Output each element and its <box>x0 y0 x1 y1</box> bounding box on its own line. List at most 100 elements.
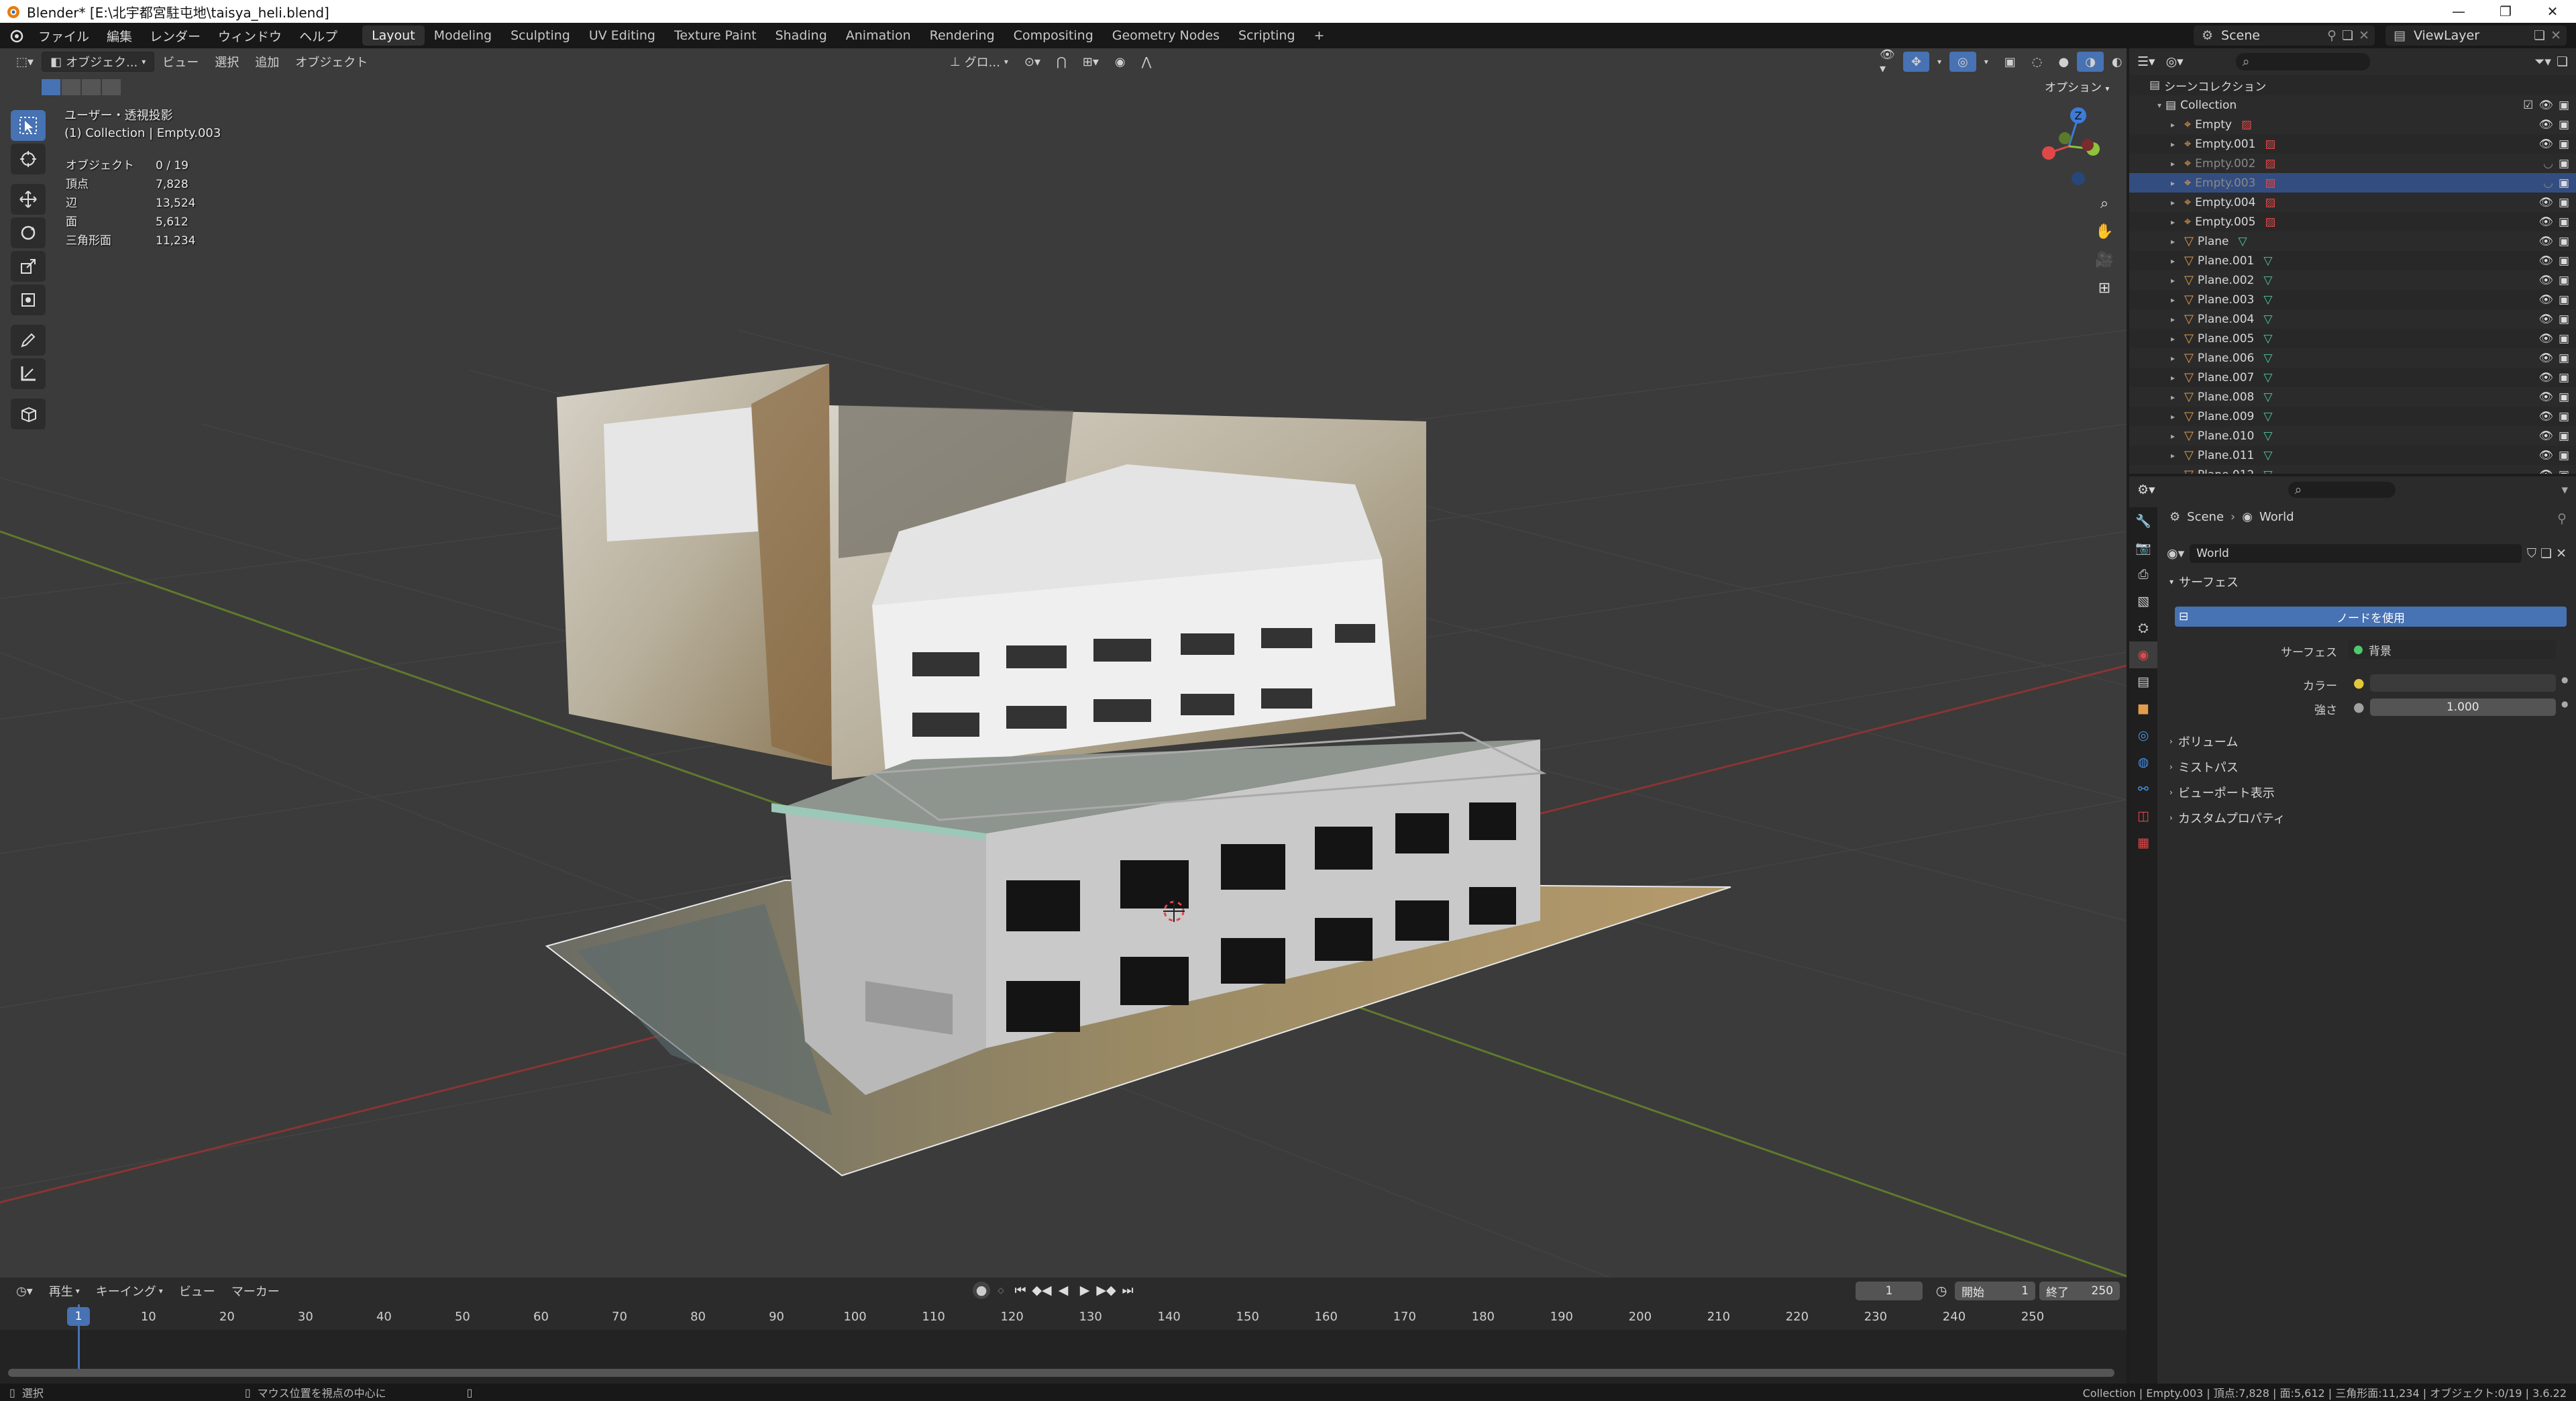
snap-button[interactable]: ⋂ <box>1049 52 1075 72</box>
annotate-tool[interactable] <box>11 325 46 356</box>
expand-arrow-icon[interactable]: ▸ <box>2171 393 2180 402</box>
gizmo-dropdown[interactable]: ▾ <box>1929 52 1949 72</box>
jump-end-button[interactable]: ⏭ <box>1119 1283 1136 1298</box>
keyframe-type-button[interactable]: ◇ <box>994 1286 1008 1295</box>
cursor-tool[interactable] <box>11 144 46 174</box>
expand-arrow-icon[interactable]: ▸ <box>2171 217 2180 227</box>
expand-arrow-icon[interactable]: ▸ <box>2171 198 2180 207</box>
camera-render-icon[interactable]: ▣ <box>2559 429 2569 443</box>
outliner-editor-type-icon[interactable]: ☰▾ <box>2137 54 2155 69</box>
falloff-button[interactable]: ⋀ <box>1134 52 1160 72</box>
eye-closed-icon[interactable]: ◡ <box>2543 157 2553 170</box>
outliner-search-input[interactable]: ⌕ <box>2235 53 2370 70</box>
end-frame-field[interactable]: 終了 250 <box>2039 1282 2120 1300</box>
camera-render-icon[interactable]: ▣ <box>2559 176 2569 190</box>
eye-icon[interactable]: 👁 <box>2538 410 2553 423</box>
camera-render-icon[interactable]: ▣ <box>2559 468 2569 474</box>
play-reverse-button[interactable]: ◀ <box>1055 1283 1072 1298</box>
jump-start-button[interactable]: ⏮ <box>1012 1283 1029 1298</box>
tab-modeling[interactable]: Modeling <box>425 25 501 46</box>
eye-icon[interactable]: 👁 <box>2538 313 2553 326</box>
fake-user-icon[interactable]: ⛉ <box>2527 546 2536 561</box>
timeline-scrollbar[interactable] <box>8 1369 2114 1377</box>
duplicate-icon[interactable]: ❏ <box>2540 546 2552 561</box>
eye-icon[interactable]: 👁 <box>2538 254 2553 268</box>
camera-render-icon[interactable]: ▣ <box>2559 196 2569 209</box>
expand-arrow-icon[interactable]: ▸ <box>2171 315 2180 324</box>
eye-icon[interactable]: 👁 <box>2538 99 2553 112</box>
camera-render-icon[interactable]: ▣ <box>2559 235 2569 248</box>
camera-render-icon[interactable]: ▣ <box>2559 332 2569 346</box>
maximize-button[interactable]: ❐ <box>2482 0 2529 23</box>
minimize-button[interactable]: — <box>2435 0 2482 23</box>
rendered-shading[interactable]: ◐ <box>2104 52 2127 72</box>
eye-icon[interactable]: 👁 <box>2538 468 2553 474</box>
eye-closed-icon[interactable]: ◡ <box>2543 176 2553 190</box>
camera-view-button[interactable]: 🎥 <box>2090 246 2118 274</box>
tab-shading[interactable]: Shading <box>766 25 837 46</box>
outliner-item[interactable]: ▸ ⌖ Empty.002 ▨ ◡ ▣ <box>2129 154 2576 173</box>
camera-render-icon[interactable]: ▣ <box>2559 99 2569 112</box>
prev-keyframe-button[interactable]: ◆◀ <box>1032 1283 1051 1298</box>
add-workspace-button[interactable]: + <box>1305 25 1334 46</box>
tab-collection[interactable]: ▤ <box>2129 668 2157 695</box>
xray-toggle[interactable]: ▣ <box>1996 52 2024 72</box>
eye-icon[interactable]: 👁 <box>2538 118 2553 132</box>
menu-marker[interactable]: マーカー <box>223 1281 288 1301</box>
unlink-icon[interactable]: ✕ <box>2556 546 2567 561</box>
eye-icon[interactable]: 👁 <box>2538 215 2553 229</box>
menu-help[interactable]: ヘルプ <box>290 23 346 48</box>
outliner-item[interactable]: ▸ ▽ Plane.011 ▽ 👁 ▣ <box>2129 446 2576 465</box>
3d-viewport[interactable]: ⬚▾ ◧ オブジェク... ▾ ビュー 選択 追加 オブジェクト ⊥ グロ...… <box>0 48 2127 1278</box>
add-cube-tool[interactable] <box>11 399 46 429</box>
keyframe-dot-icon[interactable]: ● <box>2561 675 2568 684</box>
frame-ruler[interactable]: 1102030405060708090100110120130140150160… <box>0 1304 2127 1330</box>
gizmo-toggle[interactable]: ✥ <box>1902 52 1929 72</box>
overlay-dropdown[interactable]: ▾ <box>1976 52 1996 72</box>
world-browse-icon[interactable]: ◉▾ <box>2167 546 2184 561</box>
outliner-item[interactable]: ▸▽Plane.012▽👁▣ <box>2129 465 2576 474</box>
expand-arrow-icon[interactable]: ▸ <box>2171 470 2180 474</box>
scale-tool[interactable] <box>11 251 46 282</box>
expand-arrow-icon[interactable]: ▸ <box>2171 295 2180 305</box>
pin-icon[interactable]: ⚲ <box>2327 28 2337 43</box>
select-intersect-button[interactable] <box>102 79 121 95</box>
tab-output[interactable]: ⎙ <box>2129 561 2157 588</box>
expand-arrow-icon[interactable]: ▸ <box>2171 354 2180 363</box>
tab-physics[interactable]: ◍ <box>2129 749 2157 776</box>
expand-arrow-icon[interactable]: ▸ <box>2171 451 2180 460</box>
viewport-display-section-header[interactable]: › ビューポート表示 <box>2169 781 2569 804</box>
camera-render-icon[interactable]: ▣ <box>2559 274 2569 287</box>
scene-selector[interactable]: ⚙ Scene ⚲ ❏ ✕ <box>2194 25 2375 46</box>
tab-scene[interactable]: ⛭ <box>2129 615 2157 641</box>
options-dropdown[interactable]: オプション ▾ <box>2045 78 2109 95</box>
pivot-point-button[interactable]: ⊙▾ <box>1016 52 1049 72</box>
material-shading[interactable]: ◑ <box>2077 52 2104 72</box>
menu-window[interactable]: ウィンドウ <box>209 23 290 48</box>
transform-tool[interactable] <box>11 284 46 315</box>
playhead-frame[interactable]: 1 <box>67 1307 90 1326</box>
zoom-button[interactable]: ⌕ <box>2090 189 2118 217</box>
strength-value[interactable]: 1.000 <box>2369 698 2556 716</box>
camera-render-icon[interactable]: ▣ <box>2559 157 2569 170</box>
outliner-item[interactable]: ▸ ▽ Plane.009 ▽ 👁 ▣ <box>2129 407 2576 426</box>
select-extend-button[interactable] <box>62 79 80 95</box>
next-keyframe-button[interactable]: ▶◆ <box>1096 1283 1116 1298</box>
tab-render[interactable]: 📷 <box>2129 534 2157 561</box>
volume-section-header[interactable]: › ボリューム <box>2169 730 2569 753</box>
outliner-item[interactable]: ▸ ▽ Plane.006 ▽ 👁 ▣ <box>2129 348 2576 368</box>
outliner-item[interactable]: ▸ ▽ Plane.004 ▽ 👁 ▣ <box>2129 309 2576 329</box>
camera-render-icon[interactable]: ▣ <box>2559 215 2569 229</box>
eye-icon[interactable]: 👁 <box>2538 274 2553 287</box>
move-tool[interactable] <box>11 184 46 215</box>
tab-rendering[interactable]: Rendering <box>920 25 1004 46</box>
outliner-item[interactable]: ▸ ▽ Plane.007 ▽ 👁 ▣ <box>2129 368 2576 387</box>
select-new-button[interactable] <box>42 79 60 95</box>
outliner-item[interactable]: ▸ ⌖ Empty.004 ▨ 👁 ▣ <box>2129 193 2576 212</box>
menu-render[interactable]: レンダー <box>141 23 209 48</box>
eye-icon[interactable]: 👁 <box>2538 449 2553 462</box>
eye-icon[interactable]: 👁 <box>2538 138 2553 151</box>
camera-render-icon[interactable]: ▣ <box>2559 313 2569 326</box>
world-name-field[interactable]: World <box>2190 544 2522 563</box>
outliner-item[interactable]: ▸ ▽ Plane ▽ 👁 ▣ <box>2129 231 2576 251</box>
